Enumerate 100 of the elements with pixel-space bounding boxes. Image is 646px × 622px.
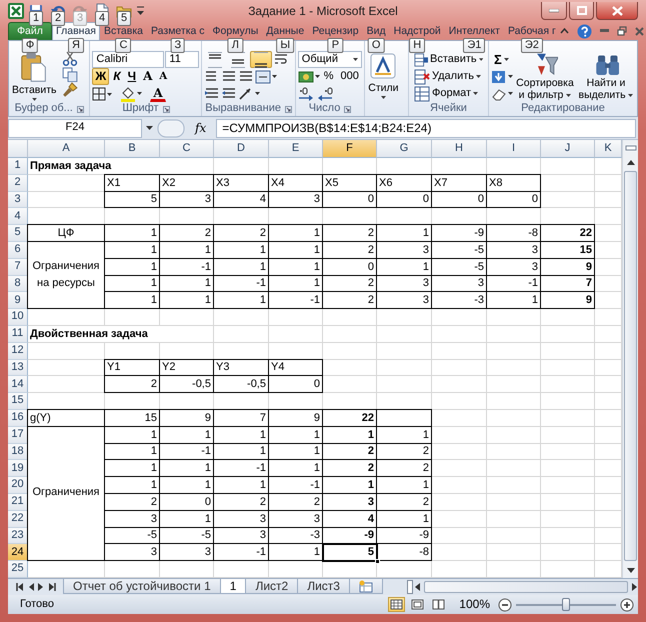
table-cell: 1 xyxy=(269,460,323,478)
table-cell: -3 xyxy=(432,292,487,310)
table-cell: 0 xyxy=(160,494,214,511)
table-cell: Y1 xyxy=(104,358,160,376)
table-cell: 2 xyxy=(377,460,432,478)
table-cell: 3 xyxy=(269,510,323,528)
table-cell: 7 xyxy=(214,408,269,427)
table-cell: 7 xyxy=(541,276,595,292)
table-cell: -1 xyxy=(160,258,214,276)
table-cell: 2 xyxy=(377,494,432,511)
table-cell: 9 xyxy=(269,408,323,427)
table-cell: 1 xyxy=(105,242,160,259)
table-cell: 1 xyxy=(105,292,160,310)
table-cell: 1 xyxy=(160,426,214,444)
table-cell: 1 xyxy=(214,426,269,444)
table-cell: 1 xyxy=(269,544,323,562)
keytip-tooltip: Я xyxy=(68,38,84,53)
table-cell: 1 xyxy=(214,258,269,276)
table-cell: 15 xyxy=(541,242,595,259)
table-cell: Y3 xyxy=(214,358,269,376)
table-cell: 15 xyxy=(105,408,160,427)
table-cell: 4 xyxy=(323,510,377,528)
table-cell: X3 xyxy=(214,174,269,192)
table-cell: 1 xyxy=(377,224,432,242)
table-cell: Двойственная задача xyxy=(28,326,214,343)
table-cell: 2 xyxy=(214,224,269,242)
table-cell: 2 xyxy=(105,494,160,511)
table-cell: 1 xyxy=(105,224,160,242)
table-cell: 2 xyxy=(214,494,269,511)
table-cell: 3 xyxy=(432,276,487,292)
table-cell: 1 xyxy=(269,276,323,292)
table-cell: 1 xyxy=(323,477,377,494)
table-cell: 1 xyxy=(214,444,269,460)
table-cell: 0 xyxy=(323,192,377,208)
table-cell: 2 xyxy=(323,292,377,310)
table-cell: 2 xyxy=(160,224,214,242)
table-cell: g(Y) xyxy=(27,408,105,427)
table-cell: -0,5 xyxy=(214,376,269,394)
group-label: Буфер об... xyxy=(14,102,73,116)
table-cell: 9 xyxy=(541,292,595,310)
keytip-tooltip: 3 xyxy=(73,11,88,26)
table-cell: -8 xyxy=(487,224,541,242)
table-cell: 1 xyxy=(105,276,160,292)
table-cell: -5 xyxy=(432,258,487,276)
table-cell: 1 xyxy=(269,242,323,259)
table-cell: -8 xyxy=(377,544,432,562)
table-cell: 1 xyxy=(105,444,160,460)
table-cell: 1 xyxy=(214,477,269,494)
table-cell: 1 xyxy=(269,426,323,444)
table-cell: 1 xyxy=(377,510,432,528)
keytip-tooltip: Л xyxy=(228,38,243,53)
table-cell: 5 xyxy=(104,192,160,208)
table-cell: 3 xyxy=(377,292,432,310)
table-cell: 3 xyxy=(487,242,541,259)
table-cell: 1 xyxy=(160,242,214,259)
table-cell: 1 xyxy=(377,426,432,444)
table-cell: 2 xyxy=(269,494,323,511)
table-cell: 1 xyxy=(269,224,323,242)
table-cell: 3 xyxy=(214,510,269,528)
table-cell: X6 xyxy=(377,174,432,192)
table-cell: 3 xyxy=(323,494,377,511)
table-cell: -1 xyxy=(214,276,269,292)
table-cell: 3 xyxy=(377,276,432,292)
table-cell: 0 xyxy=(487,192,541,208)
table-cell: 3 xyxy=(160,544,214,562)
table-cell: -1 xyxy=(487,276,541,292)
table-cell: -9 xyxy=(377,528,432,544)
table-cell: Ограничения на ресурсы xyxy=(27,242,105,310)
table-cell: 1 xyxy=(105,477,160,494)
table-cell: 1 xyxy=(160,477,214,494)
table-cell: 1 xyxy=(214,242,269,259)
table-cell: Прямая задача xyxy=(28,158,214,175)
table-cell: 2 xyxy=(323,460,377,478)
group-label: Шрифт xyxy=(122,102,159,116)
table-cell: 1 xyxy=(269,258,323,276)
table-cell: 0 xyxy=(432,192,487,208)
keytip-tooltip: Ф xyxy=(22,38,38,53)
group-label: Выравнивание xyxy=(205,102,281,116)
table-cell: 1 xyxy=(160,510,214,528)
table-cell: 1 xyxy=(160,292,214,310)
table-cell: 9 xyxy=(160,408,214,427)
keytip-tooltip: Э2 xyxy=(520,38,543,53)
table-cell: Y4 xyxy=(269,358,323,376)
table-cell: 3 xyxy=(377,242,432,259)
table-cell: X2 xyxy=(160,174,214,192)
table-cell: -5 xyxy=(160,528,214,544)
table-cell: -3 xyxy=(269,528,323,544)
table-cell: Ограничения xyxy=(27,426,105,562)
table-cell: 2 xyxy=(323,242,377,259)
table-cell: 1 xyxy=(323,426,377,444)
table-cell: 2 xyxy=(323,224,377,242)
table-cell: 3 xyxy=(160,192,214,208)
table-cell: 1 xyxy=(105,258,160,276)
table-cell: X5 xyxy=(323,174,377,192)
table-cell: 5 xyxy=(323,544,377,562)
table-cell: -5 xyxy=(432,242,487,259)
table-cell: 2 xyxy=(323,444,377,460)
table-cell: 3 xyxy=(487,258,541,276)
table-cell: 2 xyxy=(377,444,432,460)
table-cell: 3 xyxy=(269,192,323,208)
